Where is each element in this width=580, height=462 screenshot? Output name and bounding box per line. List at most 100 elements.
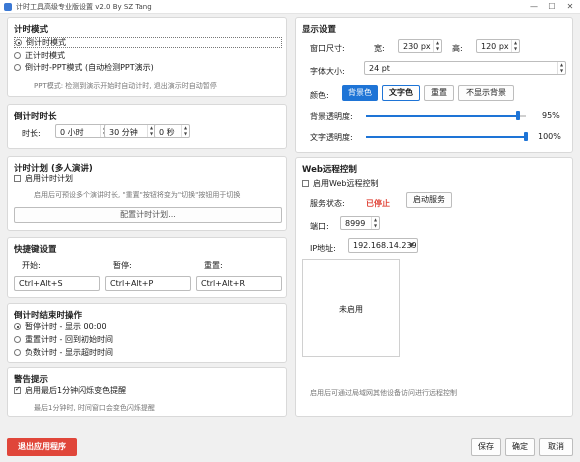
spin-down-icon[interactable]: ▼ bbox=[558, 68, 565, 74]
radio-label: 倒计时-PPT模式 (自动检测PPT演示) bbox=[25, 63, 154, 72]
spin-down-icon[interactable]: ▼ bbox=[512, 46, 519, 52]
width-value: 230 px bbox=[403, 42, 431, 51]
radio-dot-icon bbox=[14, 336, 21, 343]
flash-warning-checkbox[interactable]: 启用最后1分钟闪烁变色提醒 bbox=[14, 385, 126, 396]
bg-opacity-thumb[interactable] bbox=[516, 111, 520, 120]
radio-negative-at-end[interactable]: 负数计时 - 显示超时时间 bbox=[14, 347, 113, 358]
duration-label: 时长: bbox=[22, 129, 41, 138]
qr-code-area: 未启用 bbox=[302, 259, 400, 357]
end-action-group: 倒计时结束时操作 暂停计时 - 显示 00:00 重置计时 - 回到初始时间 负… bbox=[7, 303, 287, 363]
bg-opacity-fill bbox=[366, 115, 518, 117]
seconds-value: 0 秒 bbox=[159, 128, 175, 137]
spin-down-icon[interactable]: ▼ bbox=[434, 46, 441, 52]
warning-title: 警告提示 bbox=[14, 375, 49, 385]
maximize-icon[interactable]: ☐ bbox=[546, 1, 558, 13]
countdown-duration-group: 倒计时时长 时长: 0 小时 ▲▼ 30 分钟 ▲▼ 0 秒 ▲▼ bbox=[7, 104, 287, 149]
end-action-title: 倒计时结束时操作 bbox=[14, 311, 83, 321]
spin-down-icon[interactable]: ▼ bbox=[372, 223, 379, 229]
bg-opacity-value: 95% bbox=[542, 111, 560, 120]
timer-plan-group: 计时计划 (多人演讲) 启用计时计划 启用后可预设多个演讲时长, "重置"按钮将… bbox=[7, 156, 287, 231]
bg-opacity-slider[interactable] bbox=[366, 111, 526, 120]
timer-mode-title: 计时模式 bbox=[14, 25, 49, 35]
radio-countdown-mode[interactable]: 倒计时模式 bbox=[14, 37, 282, 48]
checkbox-label: 启用最后1分钟闪烁变色提醒 bbox=[25, 386, 127, 395]
radio-dot-icon bbox=[15, 39, 22, 46]
height-value: 120 px bbox=[481, 42, 509, 51]
reset-hotkey-input[interactable]: Ctrl+Alt+R bbox=[196, 276, 282, 291]
radio-dot-icon bbox=[14, 323, 21, 330]
ppt-mode-hint: PPT模式: 检测到演示开始时自动计时, 退出演示时自动暂停 bbox=[34, 82, 217, 90]
background-color-button[interactable]: 背景色 bbox=[342, 85, 378, 101]
minimize-icon[interactable]: — bbox=[528, 1, 540, 13]
text-opacity-label: 文字透明度: bbox=[310, 133, 353, 142]
radio-label: 负数计时 - 显示超时时间 bbox=[25, 348, 113, 357]
radio-label: 倒计时模式 bbox=[26, 38, 66, 47]
hotkeys-title: 快捷键设置 bbox=[14, 245, 57, 255]
seconds-spinbox[interactable]: 0 秒 ▲ ▼ bbox=[154, 124, 190, 138]
minutes-spinbox[interactable]: 30 分钟 ▲ ▼ bbox=[104, 124, 156, 138]
font-size-spinbox[interactable]: 24 pt ▲ ▼ bbox=[364, 61, 566, 75]
pause-hotkey-label: 暂停: bbox=[113, 261, 132, 270]
font-size-value: 24 pt bbox=[369, 64, 390, 73]
color-label: 颜色: bbox=[310, 91, 329, 100]
web-remote-group: Web远程控制 启用Web远程控制 服务状态: 已停止 启动服务 端口: 899… bbox=[295, 157, 573, 417]
exit-app-button[interactable]: 退出应用程序 bbox=[7, 438, 77, 456]
reset-color-button[interactable]: 重置 bbox=[424, 85, 454, 101]
hotkeys-group: 快捷键设置 开始: 暂停: 重置: Ctrl+Alt+S Ctrl+Alt+P … bbox=[7, 237, 287, 298]
text-color-button[interactable]: 文字色 bbox=[382, 85, 420, 101]
ip-address-label: IP地址: bbox=[310, 244, 336, 253]
app-icon bbox=[4, 3, 12, 11]
title-bar: 计时工具高级专业版设置 v2.0 By SZ Tang — ☐ ✕ bbox=[0, 0, 580, 14]
height-label: 高: bbox=[452, 44, 463, 53]
font-size-label: 字体大小: bbox=[310, 67, 345, 76]
warning-hint: 最后1分钟时, 时间窗口会变色闪烁提醒 bbox=[34, 404, 155, 412]
start-service-button[interactable]: 启动服务 bbox=[406, 192, 452, 208]
radio-label: 正计时模式 bbox=[25, 51, 65, 60]
ip-address-select[interactable]: 192.168.14.239 ▼ bbox=[348, 238, 418, 253]
configure-plan-button[interactable]: 配置计时计划... bbox=[14, 207, 282, 223]
enable-web-checkbox[interactable]: 启用Web远程控制 bbox=[302, 178, 378, 189]
checkbox-checked-icon bbox=[14, 385, 21, 394]
timer-mode-group: 计时模式 倒计时模式 正计时模式 倒计时-PPT模式 (自动检测PPT演示) P… bbox=[7, 17, 287, 97]
radio-ppt-mode[interactable]: 倒计时-PPT模式 (自动检测PPT演示) bbox=[14, 62, 154, 73]
radio-reset-at-end[interactable]: 重置计时 - 回到初始时间 bbox=[14, 334, 113, 345]
service-status-label: 服务状态: bbox=[310, 199, 345, 208]
enable-plan-checkbox[interactable]: 启用计时计划 bbox=[14, 173, 73, 184]
start-hotkey-input[interactable]: Ctrl+Alt+S bbox=[14, 276, 100, 291]
text-opacity-slider[interactable] bbox=[366, 132, 528, 141]
hours-spinbox[interactable]: 0 小时 ▲▼ bbox=[55, 124, 109, 138]
radio-countup-mode[interactable]: 正计时模式 bbox=[14, 50, 65, 61]
web-remote-title: Web远程控制 bbox=[302, 165, 357, 175]
checkbox-label: 启用计时计划 bbox=[25, 174, 73, 183]
window-size-label: 窗口尺寸: bbox=[310, 44, 345, 53]
port-label: 端口: bbox=[310, 222, 329, 231]
display-settings-title: 显示设置 bbox=[302, 25, 337, 35]
qr-placeholder-text: 未启用 bbox=[339, 305, 363, 314]
bg-opacity-label: 背景透明度: bbox=[310, 112, 353, 121]
pause-hotkey-input[interactable]: Ctrl+Alt+P bbox=[105, 276, 191, 291]
spin-down-icon[interactable]: ▼ bbox=[182, 131, 189, 137]
port-value: 8999 bbox=[345, 219, 366, 228]
reset-hotkey-label: 重置: bbox=[204, 261, 223, 270]
save-button[interactable]: 保存 bbox=[471, 438, 501, 456]
minutes-value: 30 分钟 bbox=[109, 128, 138, 137]
hours-value: 0 小时 bbox=[60, 128, 84, 137]
web-remote-hint: 启用后可通过局域网其他设备访问进行远程控制 bbox=[310, 389, 457, 397]
window-title: 计时工具高级专业版设置 v2.0 By SZ Tang bbox=[16, 3, 152, 11]
text-opacity-thumb[interactable] bbox=[524, 132, 528, 141]
width-spinbox[interactable]: 230 px ▲ ▼ bbox=[398, 39, 442, 53]
ip-address-value: 192.168.14.239 bbox=[353, 241, 417, 250]
port-spinbox[interactable]: 8999 ▲ ▼ bbox=[340, 216, 380, 230]
radio-label: 暂停计时 - 显示 00:00 bbox=[25, 322, 107, 331]
radio-pause-at-end[interactable]: 暂停计时 - 显示 00:00 bbox=[14, 321, 107, 332]
ok-button[interactable]: 确定 bbox=[505, 438, 535, 456]
hide-background-button[interactable]: 不显示背景 bbox=[458, 85, 514, 101]
height-spinbox[interactable]: 120 px ▲ ▼ bbox=[476, 39, 520, 53]
checkbox-icon bbox=[302, 180, 309, 187]
close-icon[interactable]: ✕ bbox=[564, 1, 576, 13]
cancel-button[interactable]: 取消 bbox=[539, 438, 573, 456]
radio-label: 重置计时 - 回到初始时间 bbox=[25, 335, 113, 344]
radio-dot-icon bbox=[14, 52, 21, 59]
radio-dot-icon bbox=[14, 349, 21, 356]
display-settings-group: 显示设置 窗口尺寸: 宽: 230 px ▲ ▼ 高: 120 px ▲ ▼ 字体大… bbox=[295, 17, 573, 153]
